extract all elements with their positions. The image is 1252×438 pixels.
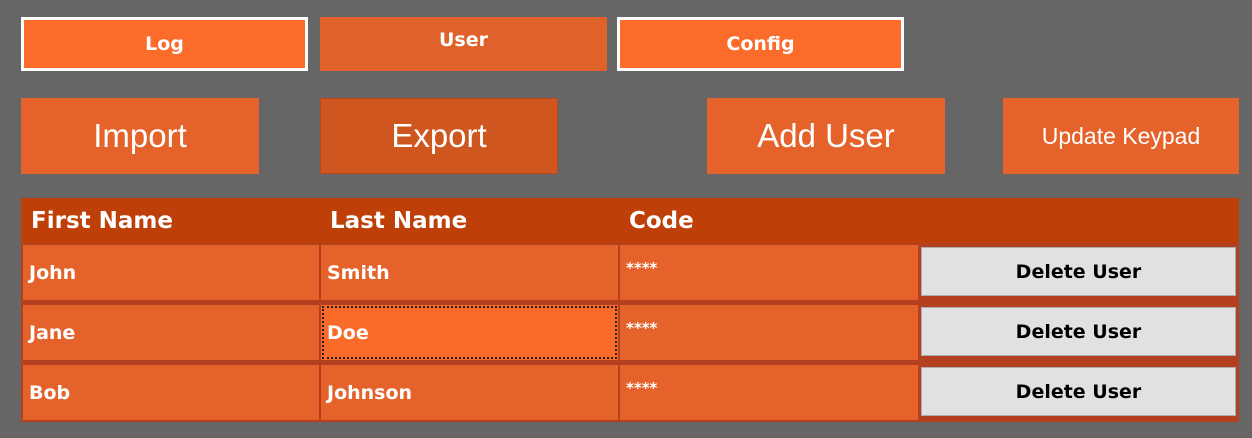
table-header: First Name Last Name Code <box>21 198 1239 243</box>
delete-user-button[interactable]: Delete User <box>921 367 1236 416</box>
column-header-code: Code <box>629 207 694 234</box>
first-name-cell[interactable]: John <box>23 245 319 300</box>
column-header-last-name: Last Name <box>330 207 468 234</box>
export-button-label: Export <box>391 117 487 154</box>
last-name-cell[interactable]: Smith <box>321 245 618 300</box>
code-cell[interactable]: **** <box>620 365 918 420</box>
import-button[interactable]: Import <box>21 98 259 174</box>
tab-user[interactable]: User <box>320 17 607 71</box>
add-user-button-label: Add User <box>757 117 895 154</box>
delete-user-button[interactable]: Delete User <box>921 247 1236 296</box>
user-table: First Name Last Name Code John Smith ***… <box>21 198 1239 422</box>
first-name-cell[interactable]: Jane <box>23 305 319 360</box>
import-button-label: Import <box>93 117 187 154</box>
tab-user-label: User <box>439 29 488 51</box>
last-name-cell[interactable]: Doe <box>321 305 618 360</box>
first-name-cell[interactable]: Bob <box>23 365 319 420</box>
code-cell[interactable]: **** <box>620 245 918 300</box>
tab-config-label: Config <box>726 33 795 55</box>
tab-log[interactable]: Log <box>21 17 308 71</box>
tab-config[interactable]: Config <box>617 17 904 71</box>
code-cell[interactable]: **** <box>620 305 918 360</box>
delete-user-button[interactable]: Delete User <box>921 307 1236 356</box>
column-header-first-name: First Name <box>31 207 173 234</box>
tab-log-label: Log <box>145 33 184 55</box>
update-keypad-button-label: Update Keypad <box>1041 122 1201 149</box>
add-user-button[interactable]: Add User <box>707 98 945 174</box>
update-keypad-button[interactable]: Update Keypad <box>1003 98 1239 174</box>
last-name-cell[interactable]: Johnson <box>321 365 618 420</box>
export-button[interactable]: Export <box>320 98 558 174</box>
